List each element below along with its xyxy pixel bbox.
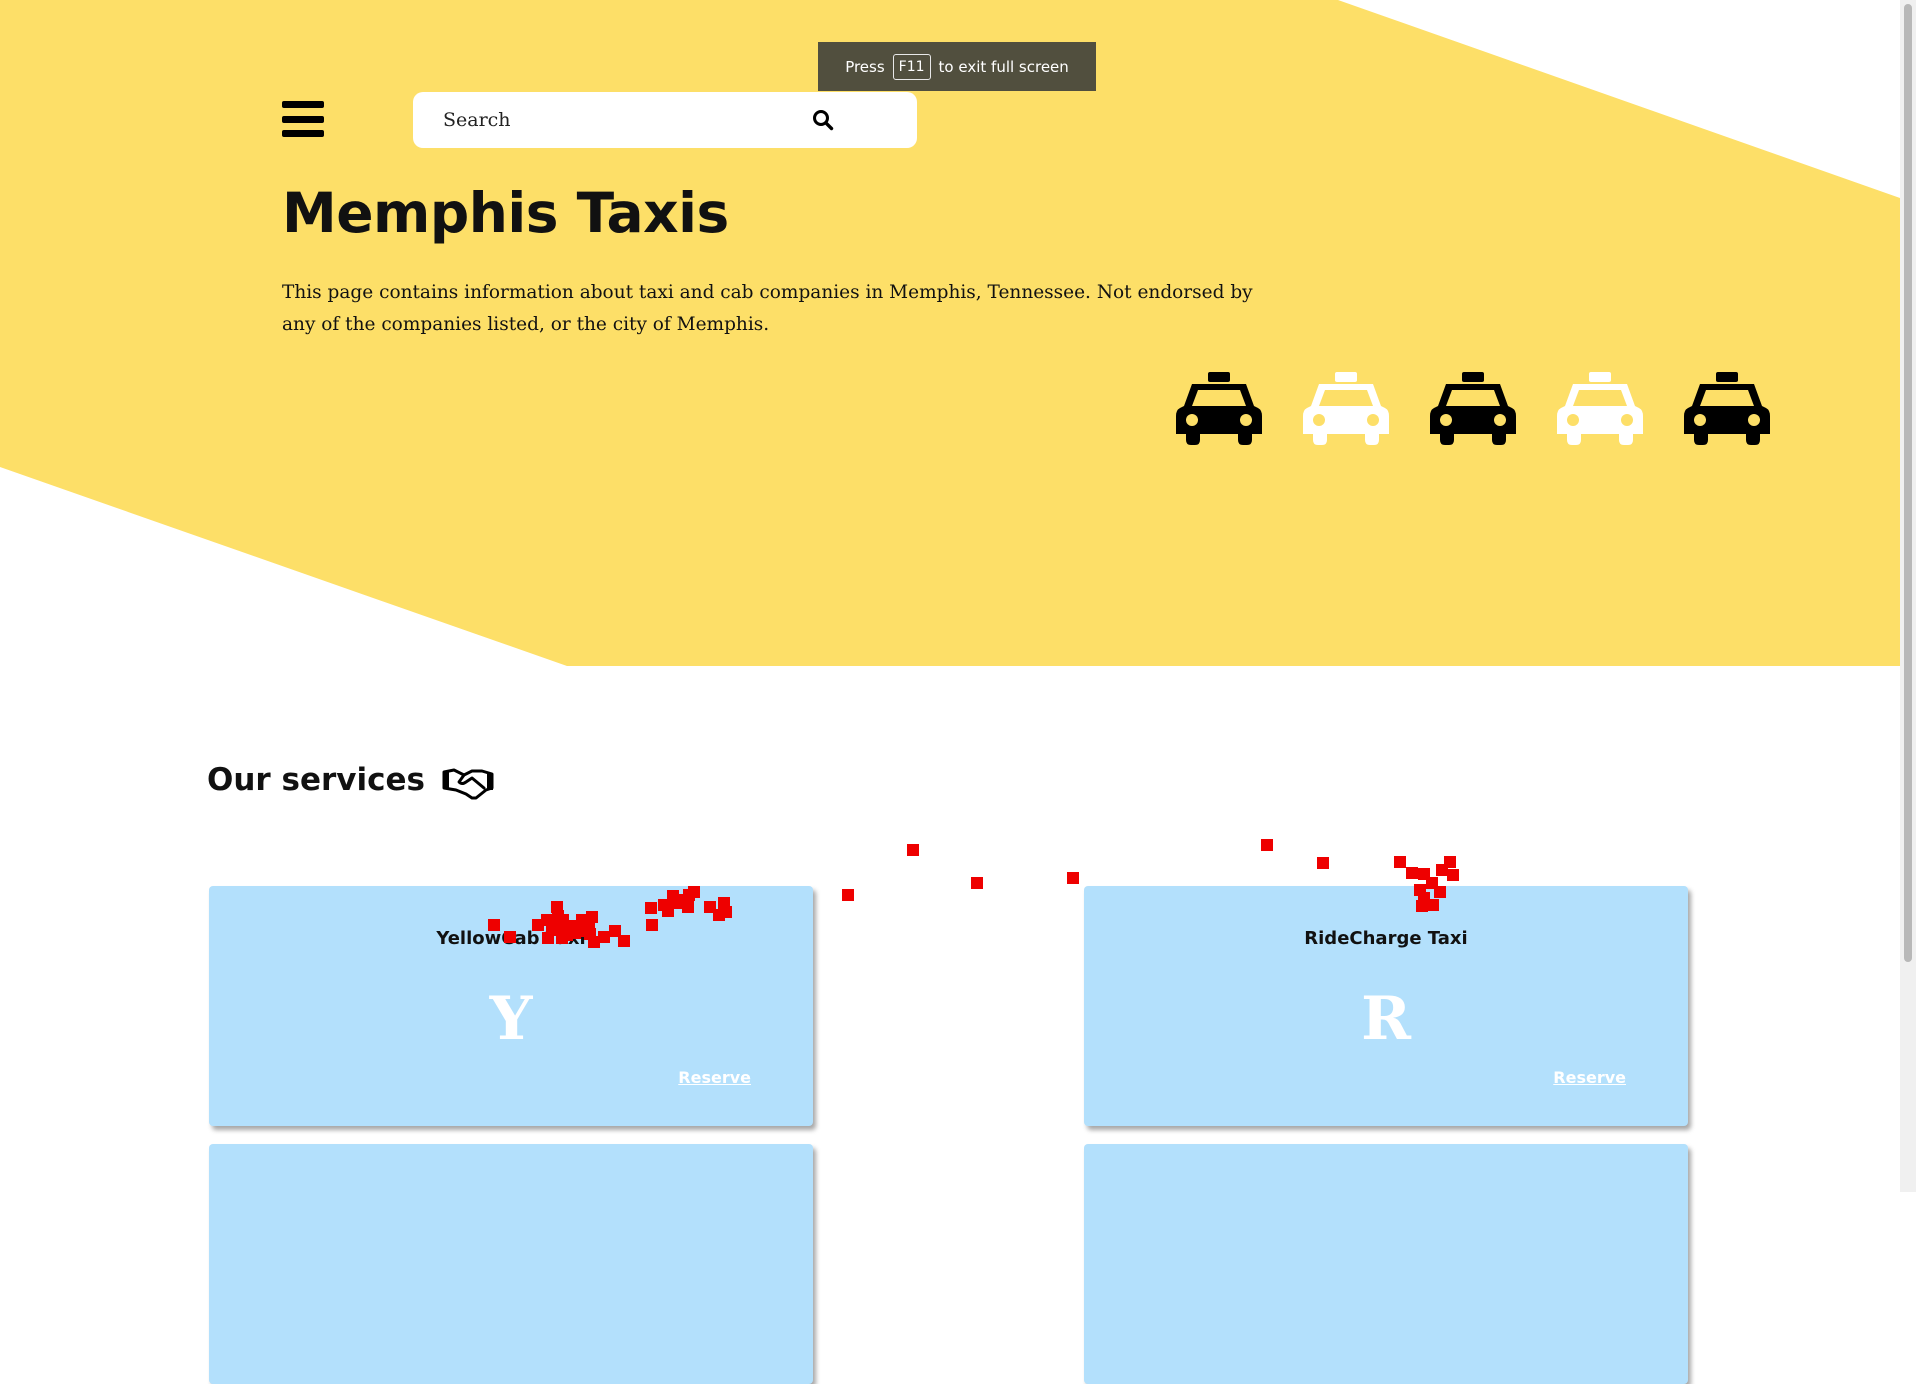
- menu-bar: [282, 115, 324, 123]
- click-marker: [1436, 864, 1448, 876]
- service-card-yellowcab: YellowCab Taxi Y Reserve: [209, 886, 813, 1126]
- search-box: [413, 92, 917, 148]
- handshake-icon: [442, 768, 494, 800]
- page-scrollbar[interactable]: [1900, 0, 1916, 1192]
- hamburger-menu-icon[interactable]: [282, 101, 324, 137]
- reserve-link[interactable]: Reserve: [1553, 1068, 1626, 1087]
- click-marker: [907, 844, 919, 856]
- fullscreen-notice-suffix: to exit full screen: [938, 57, 1069, 76]
- services-heading: Our services: [207, 762, 425, 798]
- page-title: Memphis Taxis: [282, 181, 729, 245]
- service-card-name: RideCharge Taxi: [1304, 928, 1468, 949]
- service-card-letter: Y: [489, 984, 533, 1054]
- click-marker: [1394, 856, 1406, 868]
- fullscreen-notice-prefix: Press: [845, 57, 885, 76]
- taxi-icon: [1430, 372, 1516, 445]
- menu-bar: [282, 130, 324, 137]
- service-card-letter: R: [1361, 984, 1411, 1054]
- taxi-icon: [1303, 372, 1389, 445]
- page-description: This page contains information about tax…: [282, 282, 1253, 335]
- click-marker: [1067, 872, 1079, 884]
- service-card-name: YellowCab Taxi: [436, 928, 586, 949]
- service-card-ridecharge: RideCharge Taxi R Reserve: [1084, 886, 1688, 1126]
- menu-bar: [282, 101, 324, 108]
- click-marker: [842, 889, 854, 901]
- service-card: [1084, 1144, 1688, 1384]
- reserve-link[interactable]: Reserve: [678, 1068, 751, 1087]
- click-marker: [1406, 867, 1418, 879]
- f11-key-badge: F11: [892, 53, 931, 80]
- click-marker: [1317, 857, 1329, 869]
- click-marker: [1418, 868, 1430, 880]
- taxi-icon: [1557, 372, 1643, 445]
- click-marker: [1447, 869, 1459, 881]
- service-card: [209, 1144, 813, 1384]
- taxi-icon: [1176, 372, 1262, 445]
- click-marker: [1444, 856, 1456, 868]
- scrollbar-thumb[interactable]: [1904, 4, 1912, 962]
- search-icon[interactable]: [811, 108, 835, 132]
- click-marker: [971, 877, 983, 889]
- taxi-icon: [1684, 372, 1770, 445]
- click-marker: [1261, 839, 1273, 851]
- fullscreen-notice: Press F11 to exit full screen: [818, 42, 1096, 91]
- search-input[interactable]: [441, 108, 795, 132]
